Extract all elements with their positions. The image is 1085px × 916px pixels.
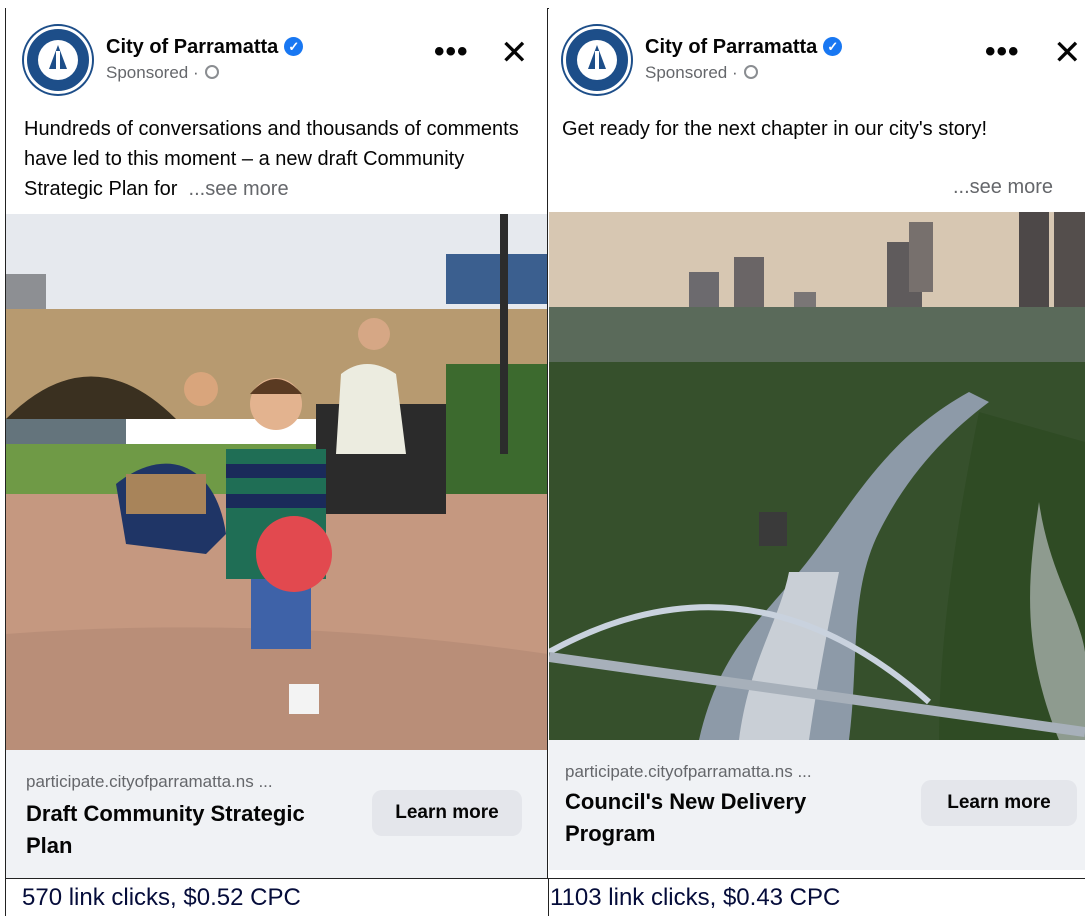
page-name[interactable]: City of Parramatta ✓ — [645, 36, 843, 59]
learn-more-button[interactable]: Learn more — [372, 790, 522, 836]
ad-footer: participate.cityofparramatta.ns ... Coun… — [549, 740, 1085, 870]
globe-icon — [744, 65, 759, 79]
close-icon[interactable]: ✕ — [500, 36, 529, 70]
ad-header: City of Parramatta ✓ Sponsored · ••• ✕ — [6, 8, 547, 104]
stats-divider — [548, 878, 549, 916]
ad-stats-left: 570 link clicks, $0.52 CPC — [22, 884, 301, 911]
ad-image-city-river[interactable] — [549, 212, 1085, 740]
verified-badge-icon: ✓ — [823, 37, 843, 56]
ad-headline[interactable]: Council's New Delivery Program — [565, 786, 895, 850]
link-domain[interactable]: participate.cityofparramatta.ns ... — [26, 772, 273, 792]
ad-body-text: Get ready for the next chapter in our ci… — [562, 118, 988, 140]
ad-image-family-park[interactable] — [6, 214, 547, 750]
ad-stats-right: 1103 link clicks, $0.43 CPC — [550, 884, 841, 911]
sponsored-label: Sponsored · — [645, 63, 759, 83]
ad-footer: participate.cityofparramatta.ns ... Draf… — [6, 750, 547, 878]
ad-body-text: Hundreds of conversations and thousands … — [24, 118, 519, 200]
page-name[interactable]: City of Parramatta ✓ — [106, 36, 304, 59]
sponsored-label: Sponsored · — [106, 63, 220, 83]
avatar[interactable] — [24, 26, 92, 94]
see-more-link[interactable]: ...see more — [953, 172, 1053, 202]
avatar[interactable] — [563, 26, 631, 94]
globe-icon — [205, 65, 220, 79]
city-seal-icon — [568, 31, 626, 89]
link-domain[interactable]: participate.cityofparramatta.ns ... — [565, 762, 812, 782]
more-options-icon[interactable]: ••• — [434, 37, 469, 67]
see-more-link[interactable]: ...see more — [189, 178, 289, 200]
city-seal-icon — [29, 31, 87, 89]
verified-badge-icon: ✓ — [284, 37, 304, 56]
ad-card-right: City of Parramatta ✓ Sponsored · ••• ✕ Ge… — [549, 8, 1085, 878]
more-options-icon[interactable]: ••• — [985, 37, 1020, 67]
close-icon[interactable]: ✕ — [1053, 36, 1082, 70]
ad-header: City of Parramatta ✓ Sponsored · ••• ✕ — [549, 8, 1085, 104]
ad-card-left: City of Parramatta ✓ Sponsored · ••• ✕ Hu… — [6, 8, 548, 878]
learn-more-button[interactable]: Learn more — [921, 780, 1077, 826]
ad-headline[interactable]: Draft Community Strategic Plan — [26, 798, 356, 862]
